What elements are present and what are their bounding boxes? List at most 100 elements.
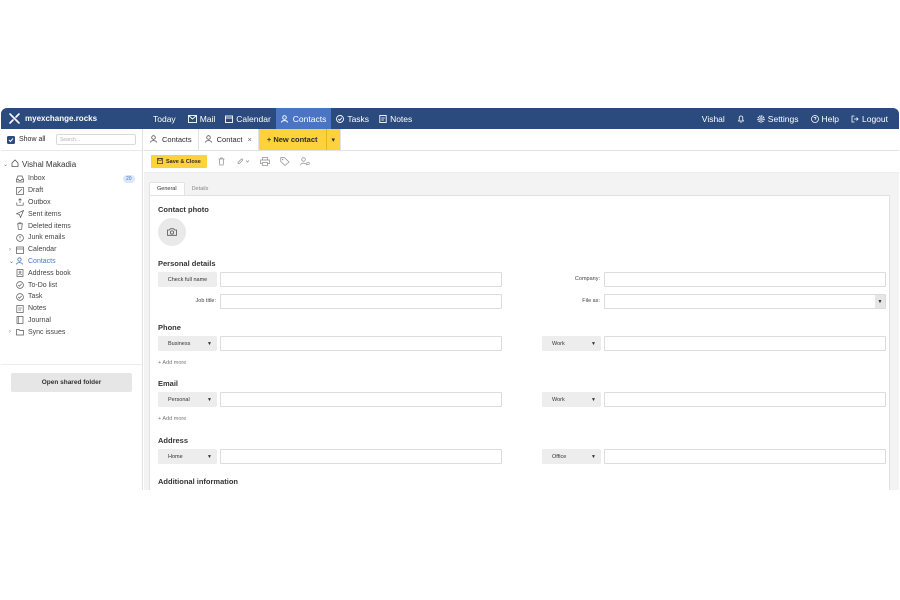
company-field[interactable] xyxy=(604,272,886,287)
sidebar-item-draft[interactable]: Draft xyxy=(1,185,142,197)
folder-sidebar: Show all Search... ⌄ Vishal Makadia Inbo… xyxy=(1,129,143,490)
sidebar-item-deleted-items[interactable]: Deleted items xyxy=(1,220,142,232)
chevron-right-icon[interactable]: › xyxy=(9,247,11,253)
tab-contact[interactable]: Contact × xyxy=(199,129,259,150)
chevron-down-icon: ▼ xyxy=(591,396,596,403)
sidebar-item-inbox[interactable]: Inbox 20 xyxy=(1,173,142,185)
settings-label: Settings xyxy=(767,113,799,124)
sidebar-item-journal[interactable]: Journal xyxy=(1,315,142,327)
logout-icon xyxy=(851,115,859,123)
email-field-1[interactable] xyxy=(220,392,502,407)
brand[interactable]: myexchange.rocks xyxy=(1,112,144,125)
nav-tasks[interactable]: Tasks xyxy=(331,108,374,129)
file-as-select[interactable]: ▼ xyxy=(604,294,886,309)
help-link[interactable]: Help xyxy=(805,108,845,129)
address-field-1[interactable] xyxy=(220,449,502,464)
settings-link[interactable]: Settings xyxy=(751,108,805,129)
sidebar-item-label: Notes xyxy=(28,305,47,313)
send-icon xyxy=(16,210,24,219)
phone-type-select-2[interactable]: Work ▼ xyxy=(542,336,601,351)
email-field-2[interactable] xyxy=(604,392,886,407)
sidebar-item-junk-emails[interactable]: Junk emails xyxy=(1,232,142,244)
calendar-icon xyxy=(225,115,234,123)
close-icon[interactable]: × xyxy=(247,135,251,144)
sidebar-item-address-book[interactable]: Address book xyxy=(1,267,142,279)
job-title-field[interactable] xyxy=(220,294,502,309)
new-contact-label: + New contact xyxy=(266,135,318,144)
sidebar-item-label: Task xyxy=(28,293,43,301)
contact-toolbar: Save & Close xyxy=(144,151,899,173)
tab-general[interactable]: General xyxy=(149,182,185,195)
nav-contacts[interactable]: Contacts xyxy=(275,108,332,129)
main-nav: Today Mail Calendar Contacts Tasks Notes xyxy=(144,108,417,129)
sidebar-item-calendar[interactable]: › Calendar xyxy=(1,244,142,256)
sidebar-item-task[interactable]: Task xyxy=(1,291,142,303)
nav-calendar[interactable]: Calendar xyxy=(220,108,276,129)
print-icon[interactable] xyxy=(259,153,270,171)
sidebar-item-sync-issues[interactable]: › Sync issues xyxy=(1,326,142,338)
nav-mail[interactable]: Mail xyxy=(183,108,221,129)
phone-field-1[interactable] xyxy=(220,336,502,351)
phone-type-select-1[interactable]: Business ▼ xyxy=(158,336,217,351)
tab-details[interactable]: Details xyxy=(185,183,216,195)
add-more-email-link[interactable]: + Add more xyxy=(158,416,186,422)
tab-strip: Contacts Contact × + New contact ▾ xyxy=(144,129,899,151)
email-type-select-2[interactable]: Work ▼ xyxy=(542,392,601,407)
logout-label: Logout xyxy=(862,113,888,124)
delete-icon[interactable] xyxy=(217,153,226,171)
sidebar-item-label: Calendar xyxy=(28,246,57,254)
new-contact-dropdown[interactable]: ▾ xyxy=(325,129,342,150)
address-type-select-1[interactable]: Home ▼ xyxy=(158,449,217,464)
tag-icon[interactable] xyxy=(280,153,290,171)
check-full-name-button[interactable]: Check full name xyxy=(158,272,217,287)
form-tabs: General Details xyxy=(149,181,895,195)
sidebar-item-outbox[interactable]: Outbox xyxy=(1,197,142,209)
attachment-icon[interactable] xyxy=(236,153,250,171)
phone-heading: Phone xyxy=(158,323,181,332)
address-type-select-2[interactable]: Office ▼ xyxy=(542,449,601,464)
nav-label: Calendar xyxy=(236,113,271,124)
chevron-down-icon[interactable]: ⌄ xyxy=(9,258,14,265)
account-root[interactable]: ⌄ Vishal Makadia xyxy=(3,159,142,169)
sidebar-item-sent-items[interactable]: Sent items xyxy=(1,208,142,220)
unread-count-badge: 20 xyxy=(123,174,135,183)
tab-label: Contacts xyxy=(162,135,192,144)
save-icon xyxy=(157,157,163,166)
show-all-checkbox[interactable] xyxy=(7,135,15,144)
user-menu[interactable]: Vishal xyxy=(696,108,731,129)
sidebar-item-label: Address book xyxy=(28,269,71,277)
contact-icon xyxy=(204,134,214,145)
contact-photo-upload[interactable] xyxy=(158,218,186,246)
open-shared-folder-button[interactable]: Open shared folder xyxy=(11,373,132,392)
nav-label: Today xyxy=(153,113,176,124)
sidebar-item-contacts[interactable]: ⌄ Contacts xyxy=(1,256,142,268)
junk-icon xyxy=(16,234,24,242)
new-contact-button[interactable]: + New contact xyxy=(258,129,326,150)
sidebar-item-to-do-list[interactable]: To-Do list xyxy=(1,279,142,291)
save-close-button[interactable]: Save & Close xyxy=(151,155,207,168)
phone-field-2[interactable] xyxy=(604,336,886,351)
trash-icon xyxy=(16,222,24,230)
sidebar-item-label: Deleted items xyxy=(28,222,71,230)
contacts-icon xyxy=(280,114,290,123)
sidebar-item-notes[interactable]: Notes xyxy=(1,303,142,315)
add-more-phone-link[interactable]: + Add more xyxy=(158,360,186,366)
email-type-select-1[interactable]: Personal ▼ xyxy=(158,392,217,407)
nav-notes[interactable]: Notes xyxy=(374,108,417,129)
tab-label: Details xyxy=(191,186,209,192)
address-field-2[interactable] xyxy=(604,449,886,464)
share-contact-icon[interactable] xyxy=(299,153,310,171)
folder-tree: Inbox 20 Draft Outbox Sent items Deleted item… xyxy=(1,173,142,338)
chevron-right-icon[interactable]: › xyxy=(9,329,11,335)
nav-label: Mail xyxy=(199,113,216,124)
sidebar-search-input[interactable]: Search... xyxy=(56,134,136,145)
tab-contacts[interactable]: Contacts xyxy=(144,129,199,150)
gear-icon xyxy=(757,114,765,123)
full-name-field[interactable] xyxy=(220,272,502,287)
nav-today[interactable]: Today xyxy=(144,108,183,129)
contacts-icon xyxy=(150,134,159,145)
logout-link[interactable]: Logout xyxy=(845,108,894,129)
notifications-button[interactable] xyxy=(731,108,751,129)
top-right-nav: Vishal Settings Help Logout xyxy=(696,108,899,129)
select-value: Business xyxy=(168,340,191,347)
